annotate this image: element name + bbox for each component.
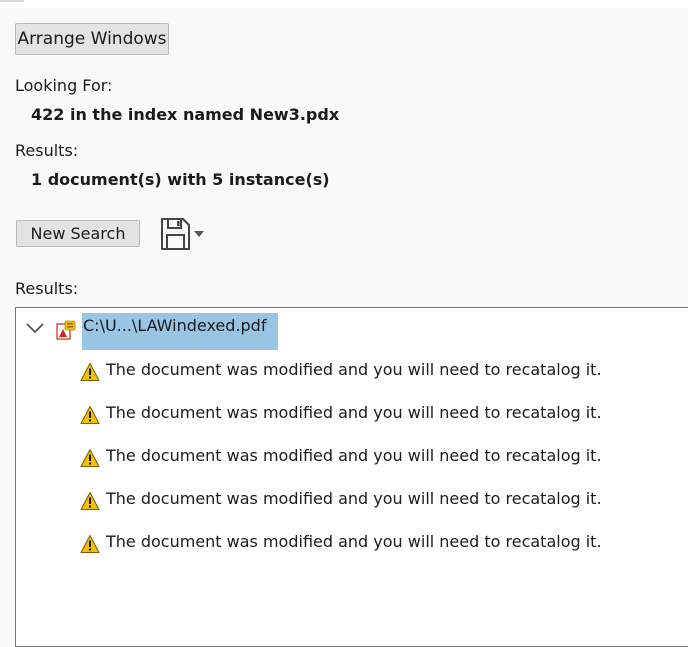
dropdown-caret-icon <box>194 231 204 237</box>
list-item-message: The document was modified and you will n… <box>106 532 602 551</box>
file-item-name[interactable]: C:\U...\LAWindexed.pdf <box>83 316 266 335</box>
results-tree[interactable]: C:\U...\LAWindexed.pdf The document was … <box>15 307 688 647</box>
list-item-message: The document was modified and you will n… <box>106 446 602 465</box>
warning-icon <box>80 363 100 381</box>
save-button[interactable] <box>160 217 208 251</box>
results-list-label: Results: <box>15 279 79 298</box>
list-item-message: The document was modified and you will n… <box>106 360 602 379</box>
list-item-message: The document was modified and you will n… <box>106 403 602 422</box>
warning-icon <box>80 492 100 510</box>
chevron-down-icon[interactable] <box>25 321 45 335</box>
list-item-message: The document was modified and you will n… <box>106 489 602 508</box>
new-search-button[interactable]: New Search <box>16 220 140 247</box>
save-icon <box>161 218 204 250</box>
warning-icon <box>80 449 100 467</box>
looking-for-value: 422 in the index named New3.pdx <box>31 105 340 124</box>
arrange-windows-button[interactable]: Arrange Windows <box>15 23 169 55</box>
results-summary-label: Results: <box>15 141 79 160</box>
window-tab-edge <box>0 0 24 2</box>
warning-icon <box>80 535 100 553</box>
top-strip <box>0 0 688 8</box>
results-summary-value: 1 document(s) with 5 instance(s) <box>31 170 330 189</box>
looking-for-label: Looking For: <box>15 76 113 95</box>
pdf-index-icon <box>56 320 76 340</box>
warning-icon <box>80 406 100 424</box>
